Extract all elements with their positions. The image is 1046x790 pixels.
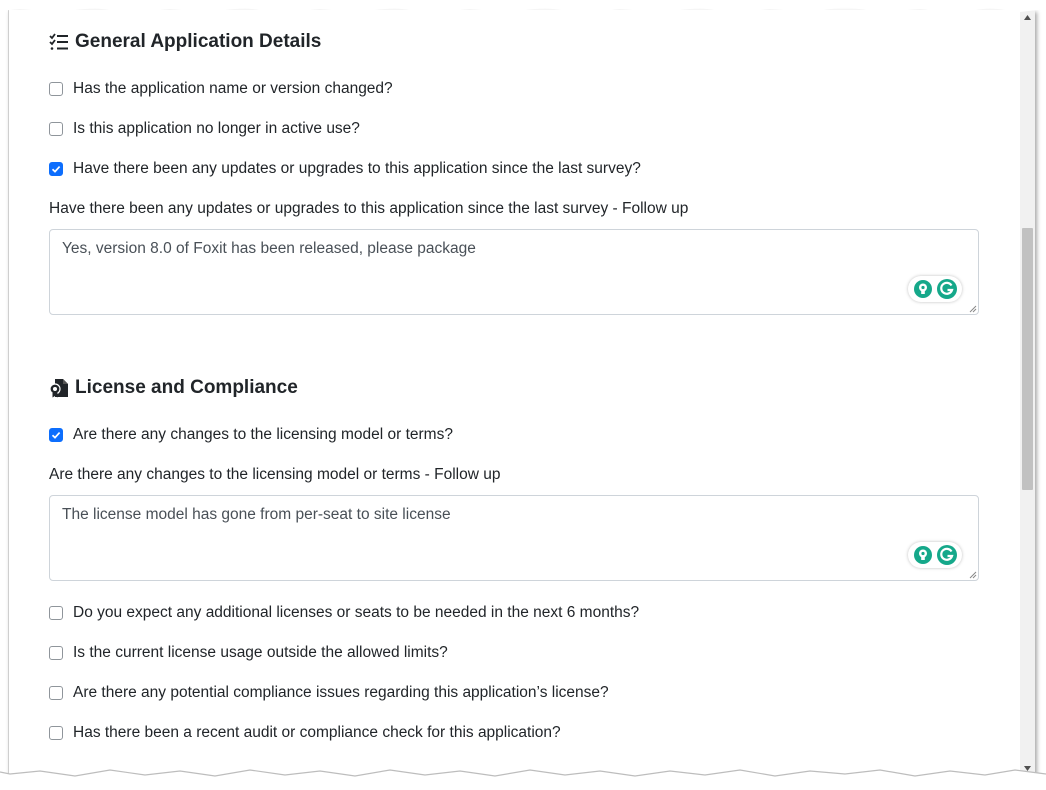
grammarly-icon[interactable]	[936, 278, 958, 300]
updates-followup-label: Have there been any updates or upgrades …	[49, 200, 689, 217]
grammarly-widget[interactable]	[908, 276, 962, 302]
grammarly-widget[interactable]	[908, 542, 962, 568]
question-additional-licenses[interactable]: Do you expect any additional licenses or…	[49, 603, 639, 623]
question-compliance-issues[interactable]: Are there any potential compliance issue…	[49, 683, 609, 703]
checkbox[interactable]	[49, 82, 63, 96]
section-title-text: General Application Details	[75, 31, 322, 52]
checkbox[interactable]	[49, 726, 63, 740]
textarea-value: Yes, version 8.0 of Foxit has been relea…	[62, 240, 476, 257]
question-label: Do you expect any additional licenses or…	[73, 604, 640, 621]
question-label: Has the application name or version chan…	[73, 80, 393, 97]
license-file-icon	[49, 378, 69, 398]
lightbulb-icon[interactable]	[913, 545, 933, 565]
vertical-scrollbar[interactable]	[1020, 10, 1035, 776]
textarea-value: The license model has gone from per-seat…	[62, 506, 451, 523]
checkbox-checked[interactable]	[49, 162, 63, 176]
question-no-longer-in-use[interactable]: Is this application no longer in active …	[49, 119, 360, 139]
updates-followup-textarea[interactable]: Yes, version 8.0 of Foxit has been relea…	[49, 229, 979, 315]
checkmark-icon	[51, 166, 61, 173]
question-label: Has there been a recent audit or complia…	[73, 724, 561, 741]
question-label: Is the current license usage outside the…	[73, 644, 448, 661]
checkbox[interactable]	[49, 686, 63, 700]
torn-edge-bottom	[0, 769, 1046, 790]
checkmark-icon	[51, 432, 61, 439]
licensing-followup-textarea[interactable]: The license model has gone from per-seat…	[49, 495, 979, 581]
survey-window: General Application Details Has the appl…	[8, 10, 1035, 776]
torn-edge-top	[0, 0, 1046, 13]
license-section-title: License and Compliance	[49, 375, 298, 401]
scroll-thumb[interactable]	[1022, 228, 1033, 490]
question-label: Are there any changes to the licensing m…	[73, 426, 453, 443]
question-name-version-changed[interactable]: Has the application name or version chan…	[49, 79, 393, 99]
checkbox[interactable]	[49, 646, 63, 660]
resize-handle-icon[interactable]	[968, 304, 977, 313]
question-label: Is this application no longer in active …	[73, 120, 360, 137]
section-title-text: License and Compliance	[75, 377, 298, 398]
question-recent-audit[interactable]: Has there been a recent audit or complia…	[49, 723, 561, 743]
checkbox[interactable]	[49, 122, 63, 136]
checkbox-checked[interactable]	[49, 428, 63, 442]
checklist-icon	[49, 32, 69, 52]
question-label: Have there been any updates or upgrades …	[73, 160, 641, 177]
licensing-followup-label: Are there any changes to the licensing m…	[49, 466, 501, 483]
question-usage-outside-limits[interactable]: Is the current license usage outside the…	[49, 643, 448, 663]
general-section-title: General Application Details	[49, 29, 321, 55]
checkbox[interactable]	[49, 606, 63, 620]
question-licensing-model-changes[interactable]: Are there any changes to the licensing m…	[49, 425, 453, 445]
resize-handle-icon[interactable]	[968, 570, 977, 579]
question-updates-upgrades[interactable]: Have there been any updates or upgrades …	[49, 159, 641, 179]
question-label: Are there any potential compliance issue…	[73, 684, 609, 701]
lightbulb-icon[interactable]	[913, 279, 933, 299]
grammarly-icon[interactable]	[936, 544, 958, 566]
